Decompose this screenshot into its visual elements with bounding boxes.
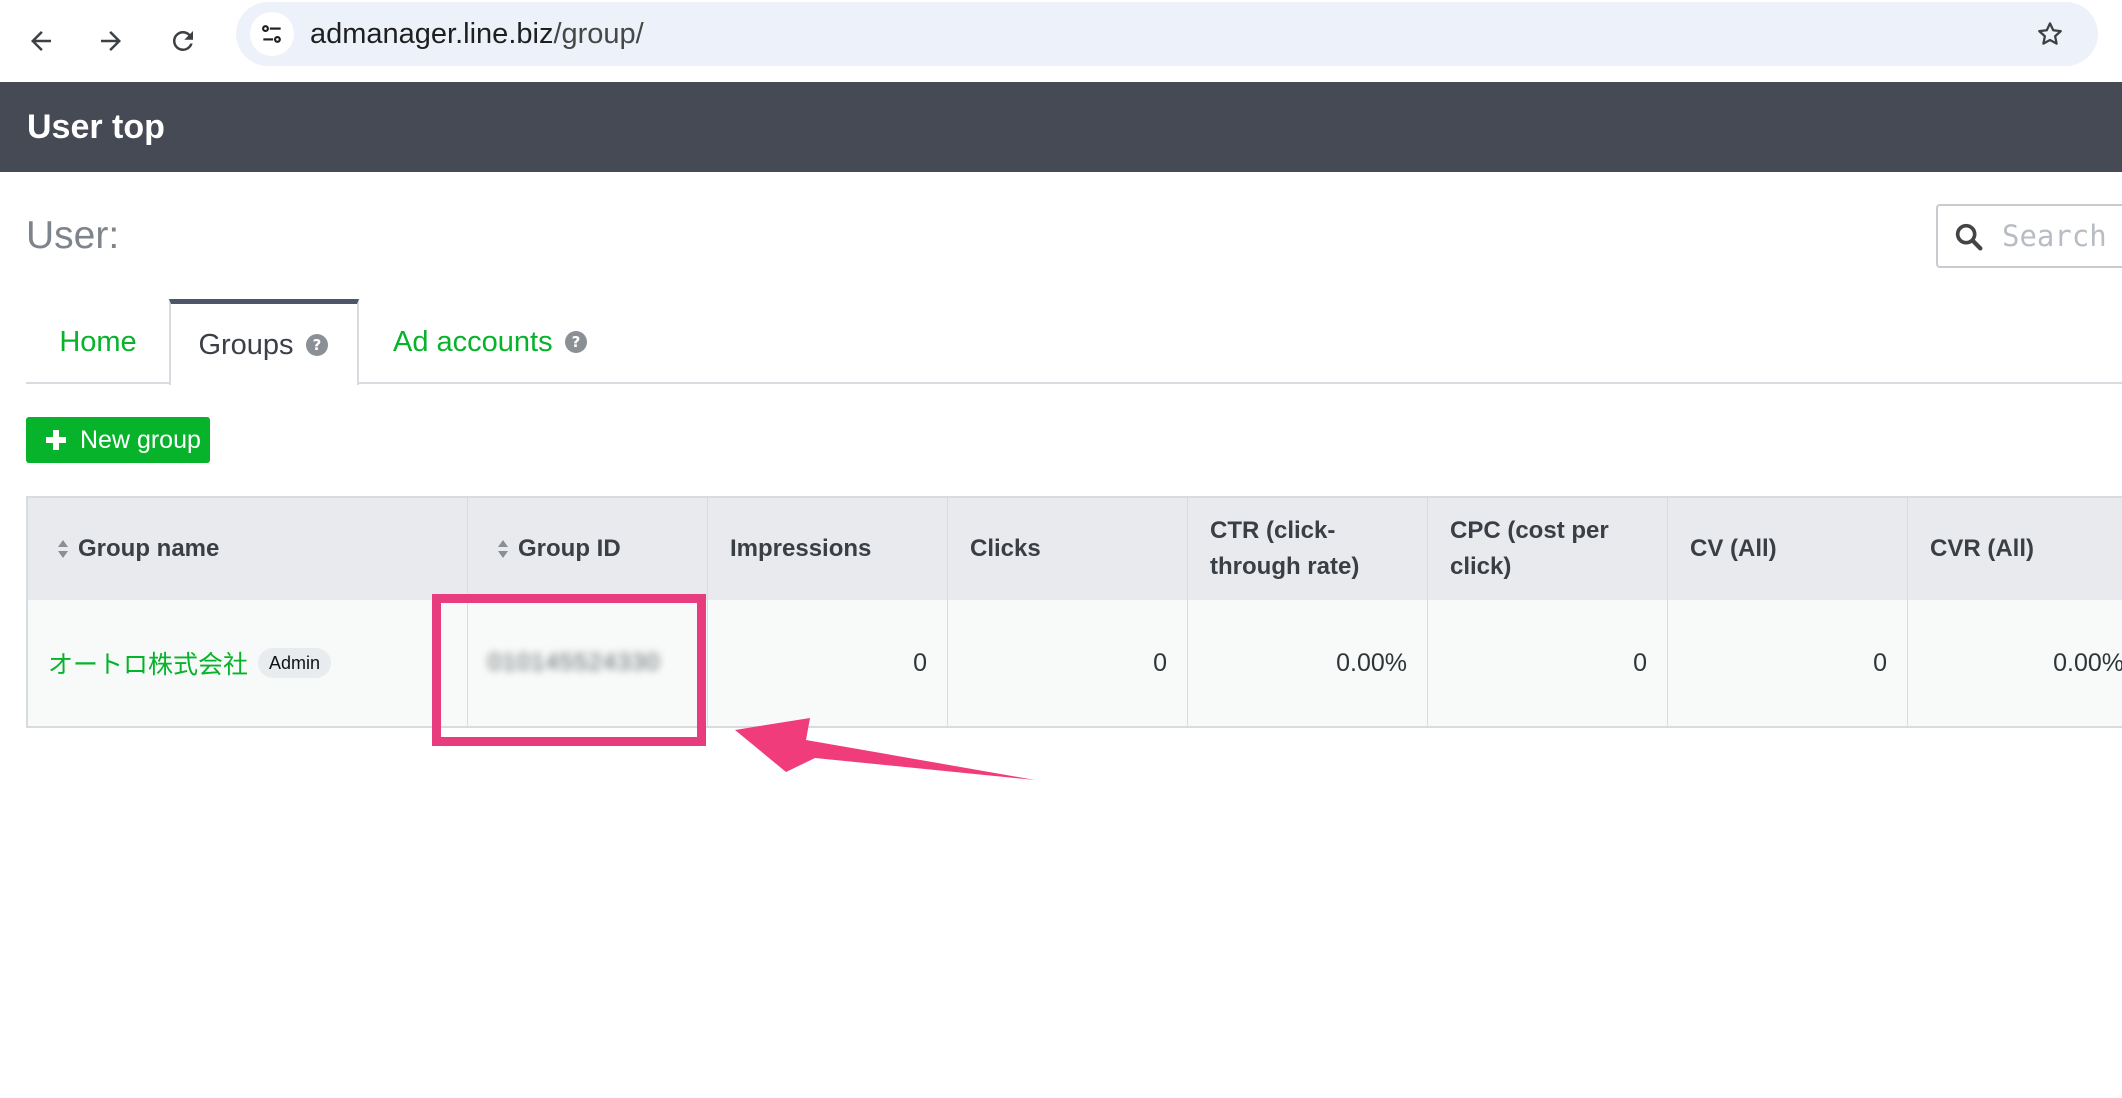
forward-arrow-icon[interactable] <box>84 14 138 68</box>
user-label: User: <box>26 214 120 257</box>
groups-table: Group name Group ID Impressions Clicks C… <box>26 496 2122 728</box>
clicks-value: 0 <box>1153 648 1167 677</box>
highlight-box <box>432 594 706 746</box>
app-header: User top <box>0 82 2122 172</box>
column-header-cv: CV (All) <box>1668 498 1908 600</box>
table-header: Group name Group ID Impressions Clicks C… <box>28 498 2122 600</box>
url-text[interactable]: admanager.line.biz/group/ <box>310 14 644 54</box>
plus-icon <box>46 430 66 450</box>
tab-home[interactable]: Home <box>26 300 170 384</box>
admin-badge: Admin <box>258 648 332 678</box>
cv-value: 0 <box>1873 648 1887 677</box>
cell-ctr: 0.00% <box>1188 600 1428 726</box>
column-header-clicks: Clicks <box>948 498 1188 600</box>
column-header-group-name[interactable]: Group name <box>28 498 468 600</box>
new-group-button[interactable]: New group <box>26 417 210 463</box>
column-label: Group ID <box>518 535 621 562</box>
cell-group-name: オートロ株式会社 Admin <box>28 600 468 726</box>
cpc-value: 0 <box>1633 648 1647 677</box>
search-box[interactable] <box>1936 204 2122 268</box>
column-label: CVR (All) <box>1930 535 2034 562</box>
column-label: Group name <box>78 535 220 562</box>
table-row: オートロ株式会社 Admin 010145524330 0 0 0.00% 0 … <box>28 600 2122 726</box>
column-header-cvr: CVR (All) <box>1908 498 2122 600</box>
cell-cv: 0 <box>1668 600 1908 726</box>
column-header-ctr: CTR (click-through rate) <box>1188 498 1428 600</box>
svg-text:?: ? <box>312 336 321 354</box>
cell-cvr: 0.00% <box>1908 600 2122 726</box>
browser-toolbar: admanager.line.biz/group/ <box>0 0 2122 82</box>
url-path: /group/ <box>553 18 644 50</box>
column-header-group-id[interactable]: Group ID <box>468 498 708 600</box>
impressions-value: 0 <box>913 648 927 677</box>
help-icon[interactable]: ? <box>563 329 589 355</box>
bookmark-star-icon[interactable] <box>2028 12 2072 56</box>
svg-text:?: ? <box>571 333 580 351</box>
group-name-link[interactable]: オートロ株式会社 <box>48 645 248 681</box>
back-arrow-icon[interactable] <box>14 14 68 68</box>
column-header-impressions: Impressions <box>708 498 948 600</box>
cvr-value: 0.00% <box>2053 648 2122 677</box>
column-label: CV (All) <box>1690 535 1777 562</box>
search-icon <box>1955 223 1983 251</box>
cell-cpc: 0 <box>1428 600 1668 726</box>
tab-home-label: Home <box>59 326 137 358</box>
tab-groups-label: Groups <box>198 328 294 361</box>
site-settings-icon[interactable] <box>250 12 294 56</box>
ctr-value: 0.00% <box>1336 648 1407 677</box>
column-label: CTR (click-through rate) <box>1210 517 1360 580</box>
page-title: User top <box>27 108 165 146</box>
column-label: Impressions <box>730 535 872 562</box>
help-icon[interactable]: ? <box>304 332 330 358</box>
column-label: Clicks <box>970 535 1041 562</box>
column-header-cpc: CPC (cost per click) <box>1428 498 1668 600</box>
tab-ad-accounts-label: Ad accounts <box>393 326 553 358</box>
tab-ad-accounts[interactable]: Ad accounts ? <box>393 300 589 384</box>
url-host: admanager.line.biz <box>310 18 554 50</box>
reload-icon[interactable] <box>156 14 210 68</box>
sort-icon <box>498 540 508 558</box>
sort-icon <box>58 540 68 558</box>
tab-groups[interactable]: Groups ? <box>169 299 359 385</box>
new-group-label: New group <box>80 425 201 454</box>
annotation-arrow-icon <box>735 718 1035 780</box>
search-input[interactable] <box>2000 214 2122 258</box>
column-label: CPC (cost per click) <box>1450 517 1609 580</box>
